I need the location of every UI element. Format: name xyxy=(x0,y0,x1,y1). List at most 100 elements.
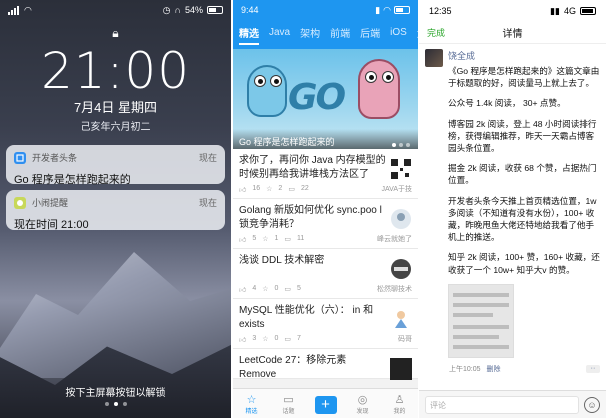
article-item[interactable]: 浅谈 DDL 技术解密 👍︎ 4 ☆ 0 ▭ 5 松然聊技术 xyxy=(233,249,418,299)
go-logo: GO xyxy=(288,77,346,118)
lock-date: 7月4日 星期四 xyxy=(73,100,158,115)
post-paragraph: 公众号 1.4k 阅读， 30+ 点赞。 xyxy=(448,98,566,109)
article-stats: 👍︎ 5 ☆ 1 ▭ 11 xyxy=(239,235,304,244)
chat-icon: ▭ xyxy=(283,394,294,406)
post-image[interactable] xyxy=(448,283,514,358)
article-source: 码哥 xyxy=(398,336,412,343)
article-item[interactable]: Golang 新版如何优化 sync.poo l锁竞争消耗？ 👍︎ 5 ☆ 1 ▭ 1… xyxy=(233,199,418,249)
article-item[interactable]: MySQL 性能优化（六）： in 和 exists 👍︎ 3 ☆ 0 ▭ 7 码哥 xyxy=(233,299,418,349)
star-count: 0 xyxy=(274,335,279,342)
article-list: 求你了，再问你 Java 内存模型的时候别再给我讲堆栈方法区了 👍︎ 16 ☆ 2 … xyxy=(233,149,418,380)
avatar[interactable] xyxy=(425,49,443,67)
avatar-thumbnail xyxy=(390,208,412,230)
star-icon: ☆ xyxy=(266,186,273,193)
battery-icon xyxy=(580,7,596,15)
tab-featured[interactable]: 精选 xyxy=(239,25,259,45)
post-paragraph: 《Go 程序是怎样跑起来的》这篇文章由于标题取的好，阅读量马上就上去了。 xyxy=(448,66,600,89)
post-paragraph: 开发者头条今天推上首页精选位置，1w 多阅读（不知道有没有水份），100+ 收藏… xyxy=(448,195,597,243)
author-name[interactable]: 饶全成 xyxy=(448,49,600,62)
emoji-icon[interactable]: ☺ xyxy=(584,396,600,413)
tab-more[interactable]: 大 xyxy=(417,25,418,40)
article-item[interactable]: 求你了，再问你 Java 内存模型的时候别再给我讲堆栈方法区了 👍︎ 16 ☆ 2 … xyxy=(233,149,418,199)
alarm-app-icon xyxy=(14,196,26,209)
network-type: 4G xyxy=(563,6,576,16)
article-source: 松然聊技术 xyxy=(377,286,412,293)
star-icon: ☆ xyxy=(262,236,269,243)
signal-icon: ▮ xyxy=(375,4,381,15)
comment-count: 7 xyxy=(297,335,301,342)
comment-count: 22 xyxy=(300,185,309,192)
tab-frontend[interactable]: 前端 xyxy=(330,25,350,40)
hero-banner[interactable]: GO Go 程序是怎样跑起来的 xyxy=(233,49,418,149)
article-thumbnail xyxy=(390,358,412,380)
post-detail: 12:35 ▮▮ 4G 完成 详情 饶全成 《Go 程序是怎样跑起来的》这篇文章… xyxy=(419,0,606,418)
wifi-icon: ◠ xyxy=(24,4,32,15)
cartoon-thumbnail xyxy=(390,308,412,330)
comment-count: 11 xyxy=(297,235,305,242)
like-icon: 👍︎ xyxy=(239,187,247,194)
qr-code-thumbnail xyxy=(390,158,412,180)
like-icon: 👍︎ xyxy=(239,287,247,294)
headphones-icon: ∩ xyxy=(174,5,181,15)
notification-alarm[interactable]: 小闹提醒 现在 现在时间 21:00 xyxy=(6,190,225,231)
comment-icon: ▭ xyxy=(288,186,295,193)
comment-icon: ▭ xyxy=(284,236,292,243)
nav-profile[interactable]: ♙ 我的 xyxy=(381,389,418,418)
star-count: 0 xyxy=(274,285,279,292)
done-button[interactable]: 完成 xyxy=(427,26,445,39)
lunar-date: 己亥年六月初二 xyxy=(80,122,151,133)
notification-news[interactable]: 开发者头条 现在 Go 程序是怎样跑起来的 xyxy=(6,145,225,186)
article-stats: 👍︎ 4 ☆ 0 ▭ 5 xyxy=(239,285,301,294)
nav-discover[interactable]: ◎ 发现 xyxy=(344,389,381,418)
post-time: 上午10:05 xyxy=(449,365,481,373)
post-paragraph: 掘金 2k 阅读，收获 68 个赞，占据热门位置。 xyxy=(448,163,597,186)
nav-topics[interactable]: ▭ 话题 xyxy=(270,389,307,418)
status-time: 9:44 xyxy=(241,5,259,15)
notification-body: 现在时间 21:00 xyxy=(14,219,89,231)
nav-add-button[interactable]: + xyxy=(307,389,344,418)
article-item[interactable]: LeetCode 27：移除元素 Remove xyxy=(233,349,418,380)
signal-icon xyxy=(8,5,19,15)
tab-backend[interactable]: 后端 xyxy=(360,25,380,40)
lock-icon: 🔒︎ xyxy=(112,26,119,40)
battery-icon xyxy=(394,6,410,14)
notification-time: 现在 xyxy=(198,198,217,208)
article-stats: 👍︎ 16 ☆ 2 ▭ 22 xyxy=(239,185,309,194)
unlock-hint: 按下主屏幕按钮以解锁 xyxy=(65,388,166,399)
hero-caption: Go 程序是怎样跑起来的 xyxy=(233,129,418,149)
comment-icon: ▭ xyxy=(284,286,292,293)
notification-app-name: 小闹提醒 xyxy=(32,198,69,208)
status-bar: 9:44 ▮ ◠ xyxy=(233,0,418,20)
like-count: 5 xyxy=(252,235,257,242)
bottom-nav: ☆ 精选 ▭ 话题 + ◎ 发现 ♙ 我的 xyxy=(233,388,418,418)
page-dot xyxy=(122,402,127,406)
signal-icon: ▮▮ xyxy=(550,5,560,16)
page-dot-active xyxy=(113,402,118,406)
news-app-icon xyxy=(14,151,26,164)
page-dots xyxy=(0,402,231,406)
news-app: 9:44 ▮ ◠ 精选 Java 架构 前端 后端 iOS 大 GO Go 程序… xyxy=(233,0,418,418)
delete-link[interactable]: 删除 xyxy=(487,364,501,374)
status-time: 12:35 xyxy=(429,6,452,16)
lock-time: 21:00 xyxy=(40,42,191,100)
page-dot xyxy=(104,402,109,406)
gopher-blue-image xyxy=(247,65,287,117)
tab-java[interactable]: Java xyxy=(269,27,290,38)
tab-ios[interactable]: iOS xyxy=(390,27,407,38)
article-title: LeetCode 27：移除元素 Remove xyxy=(239,355,347,380)
status-bar: 12:35 ▮▮ 4G xyxy=(419,0,606,22)
star-count: 2 xyxy=(278,185,283,192)
gopher-pink-image xyxy=(358,59,400,119)
alarm-icon: ◷ xyxy=(162,4,171,15)
carousel-dots xyxy=(392,143,410,147)
comment-bar: 评论 ☺ xyxy=(419,390,606,418)
star-icon: ☆ xyxy=(246,394,257,406)
lock-screen: ◠ ◷ ∩ 54% 🔒︎ 21:00 7月4日 星期四 己亥年六月初二 开发者头… xyxy=(0,0,231,418)
status-bar: ◠ ◷ ∩ 54% xyxy=(8,4,223,16)
more-button[interactable]: ·· xyxy=(586,364,600,373)
post-paragraph: 博客园 2k 阅读，登上 48 小时阅读排行榜，获得编辑推荐，昨天一天霸占博客园… xyxy=(448,118,597,154)
nav-featured[interactable]: ☆ 精选 xyxy=(233,389,270,418)
comment-input[interactable]: 评论 xyxy=(425,395,579,414)
tab-architecture[interactable]: 架构 xyxy=(300,25,320,40)
notification-body: Go 程序是怎样跑起来的 xyxy=(14,174,131,186)
